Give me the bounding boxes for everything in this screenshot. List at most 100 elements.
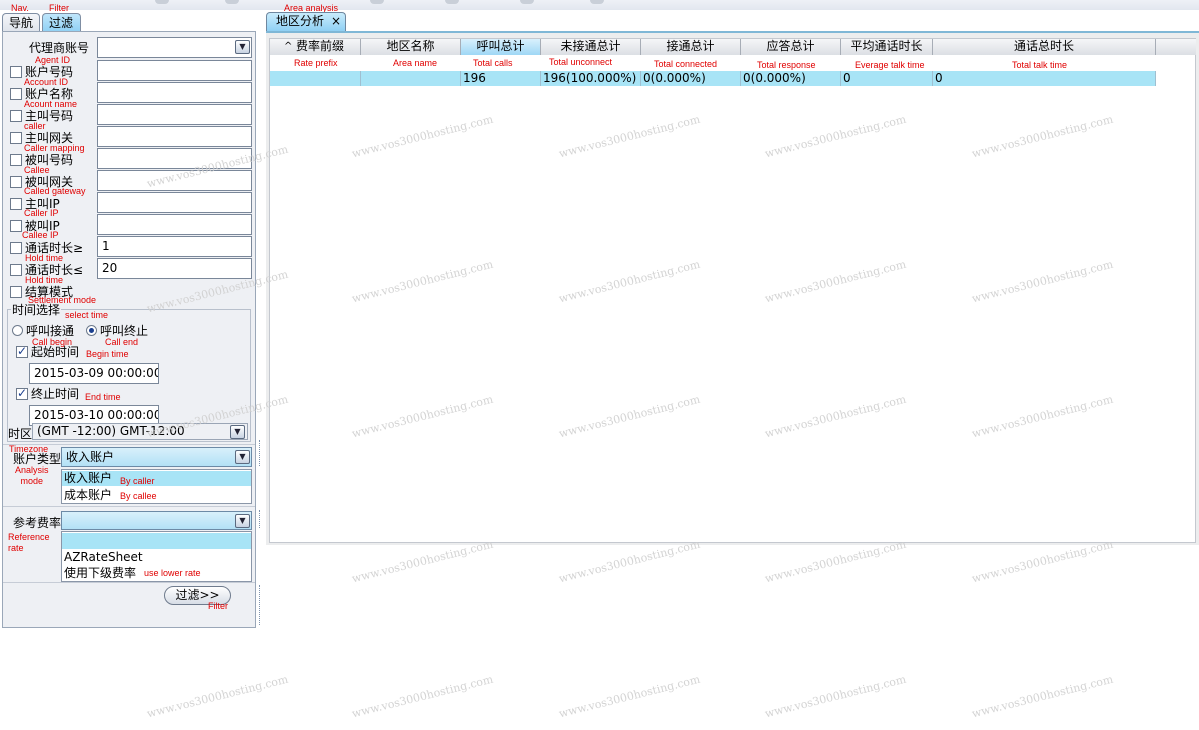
- hold-time-min-checkbox[interactable]: [10, 242, 22, 254]
- annotation-timezone: Timezone: [9, 444, 49, 454]
- time-select-label: 时间选择: [11, 303, 62, 317]
- toolbar-icon[interactable]: [225, 0, 239, 4]
- callee-ip-input[interactable]: [97, 214, 252, 235]
- toolbar-icon[interactable]: [155, 0, 169, 4]
- annotation-use-lower-rate: use lower rate: [144, 568, 201, 578]
- annotation-hold-time-2: Hold time: [25, 275, 64, 285]
- annotation-callee-ip: Callee IP: [22, 230, 59, 240]
- watermark-text: www.vos3000hosting.com: [557, 672, 702, 721]
- account-type-select[interactable]: 收入账户: [61, 447, 252, 467]
- annotation-select-time: select time: [65, 310, 109, 320]
- annotation-called-gateway: Called gateway: [24, 186, 86, 196]
- annotation-reference-rate: Reference rate: [8, 532, 50, 553]
- annotation-settlement-mode: Settlement mode: [28, 295, 97, 305]
- account-id-input[interactable]: [97, 60, 252, 81]
- tab-area-analysis[interactable]: 地区分析 ×: [266, 12, 346, 31]
- table-cell: [270, 71, 361, 86]
- hold-time-max-checkbox[interactable]: [10, 264, 22, 276]
- column-header-rate-prefix[interactable]: ^ 费率前缀: [270, 39, 361, 55]
- agent-account-label: 代理商账号: [29, 41, 90, 55]
- watermark-text: www.vos3000hosting.com: [970, 672, 1115, 721]
- sort-up-icon: ^: [284, 41, 293, 52]
- call-begin-label: 呼叫接通: [26, 324, 75, 338]
- annotation-callee: Callee: [24, 165, 50, 175]
- toolbar-icon[interactable]: [520, 0, 534, 4]
- chevron-down-icon[interactable]: ▼: [235, 514, 250, 528]
- caller-input[interactable]: [97, 104, 252, 125]
- reference-rate-option-azratesheet[interactable]: AZRateSheet: [62, 550, 251, 565]
- caller-gateway-input[interactable]: [97, 126, 252, 147]
- settlement-mode-checkbox[interactable]: [10, 286, 22, 298]
- caller-ip-checkbox[interactable]: [10, 198, 22, 210]
- column-header-area-name[interactable]: 地区名称: [361, 39, 461, 55]
- annotation-total-talk-time: Total talk time: [1012, 60, 1068, 70]
- callee-ip-checkbox[interactable]: [10, 220, 22, 232]
- annotation-hold-time-1: Hold time: [25, 253, 64, 263]
- account-id-checkbox[interactable]: [10, 66, 22, 78]
- caller-ip-input[interactable]: [97, 192, 252, 213]
- column-header-total-calls[interactable]: 呼叫总计: [461, 39, 541, 55]
- timezone-select[interactable]: (GMT -12:00) GMT-12:00: [32, 423, 248, 440]
- account-name-checkbox[interactable]: [10, 88, 22, 100]
- annotation-filter: Filter: [49, 3, 69, 13]
- caller-checkbox[interactable]: [10, 110, 22, 122]
- account-name-input[interactable]: [97, 82, 252, 103]
- reference-rate-label: 参考费率: [13, 516, 62, 530]
- called-gateway-checkbox[interactable]: [10, 176, 22, 188]
- annotation-call-begin: Call begin: [32, 337, 73, 347]
- tab-filter[interactable]: 过滤: [42, 13, 81, 32]
- chevron-down-icon[interactable]: ▼: [235, 40, 250, 54]
- annotation-caller-ip: Caller IP: [24, 208, 59, 218]
- annotation-caller: caller: [24, 121, 46, 131]
- close-icon[interactable]: ×: [331, 13, 341, 30]
- begin-time-input[interactable]: 2015-03-09 00:00:00: [29, 363, 159, 384]
- annotation-caller-mapping: Caller mapping: [24, 143, 85, 153]
- table-cell: 196: [461, 71, 541, 86]
- annotation-account-id: Account ID: [24, 77, 69, 87]
- watermark-text: www.vos3000hosting.com: [350, 672, 495, 721]
- begin-time-checkbox[interactable]: [16, 344, 28, 358]
- reference-rate-option-blank[interactable]: [62, 533, 251, 549]
- end-time-label: 终止时间: [31, 387, 80, 401]
- agent-account-select[interactable]: [97, 37, 252, 58]
- table-cell: 196(100.000%): [541, 71, 641, 86]
- account-type-label: 账户类型: [13, 452, 62, 466]
- hold-time-min-input[interactable]: 1: [97, 236, 252, 257]
- toolbar-icon[interactable]: [445, 0, 459, 4]
- annotation-begin-time: Begin time: [86, 349, 129, 359]
- call-end-label: 呼叫终止: [100, 324, 149, 338]
- callee-input[interactable]: [97, 148, 252, 169]
- call-end-radio[interactable]: [86, 325, 97, 336]
- column-header-total-connected[interactable]: 接通总计: [641, 39, 741, 55]
- column-header-total-unconnect[interactable]: 未接通总计: [541, 39, 641, 55]
- section-divider: [3, 582, 255, 583]
- chevron-down-icon[interactable]: ▼: [235, 450, 250, 464]
- callee-checkbox[interactable]: [10, 154, 22, 166]
- toolbar-icon[interactable]: [370, 0, 384, 4]
- reference-rate-select[interactable]: [61, 511, 252, 530]
- column-header-label: 费率前缀: [295, 39, 344, 53]
- called-gateway-input[interactable]: [97, 170, 252, 191]
- end-time-checkbox[interactable]: [16, 386, 28, 400]
- table-cell: 0: [841, 71, 933, 86]
- column-header-total-talk-time[interactable]: 通话总时长: [933, 39, 1156, 55]
- begin-time-label: 起始时间: [31, 345, 80, 359]
- caller-gateway-checkbox[interactable]: [10, 132, 22, 144]
- annotation-rate-prefix: Rate prefix: [294, 58, 338, 68]
- splitter-handle[interactable]: [259, 510, 260, 528]
- annotation-total-unconnect: Total unconnect: [549, 57, 613, 67]
- account-type-option-income[interactable]: 收入账户: [62, 471, 251, 486]
- results-table: ^ 费率前缀 地区名称 呼叫总计 未接通总计 接通总计 应答总计 平均通话时长 …: [269, 38, 1196, 543]
- annotation-total-calls: Total calls: [473, 58, 513, 68]
- splitter-handle[interactable]: [259, 440, 260, 466]
- toolbar-icon[interactable]: [590, 0, 604, 4]
- splitter-handle[interactable]: [259, 585, 260, 625]
- chevron-down-icon[interactable]: ▼: [230, 425, 245, 439]
- annotation-average-talk-time: Everage talk time: [855, 60, 925, 70]
- column-header-average-talk-time[interactable]: 平均通话时长: [841, 39, 933, 55]
- table-cell: 0(0.000%): [641, 71, 741, 86]
- call-begin-radio[interactable]: [12, 325, 23, 336]
- tab-navigation[interactable]: 导航: [2, 13, 40, 32]
- column-header-total-response[interactable]: 应答总计: [741, 39, 841, 55]
- hold-time-max-input[interactable]: 20: [97, 258, 252, 279]
